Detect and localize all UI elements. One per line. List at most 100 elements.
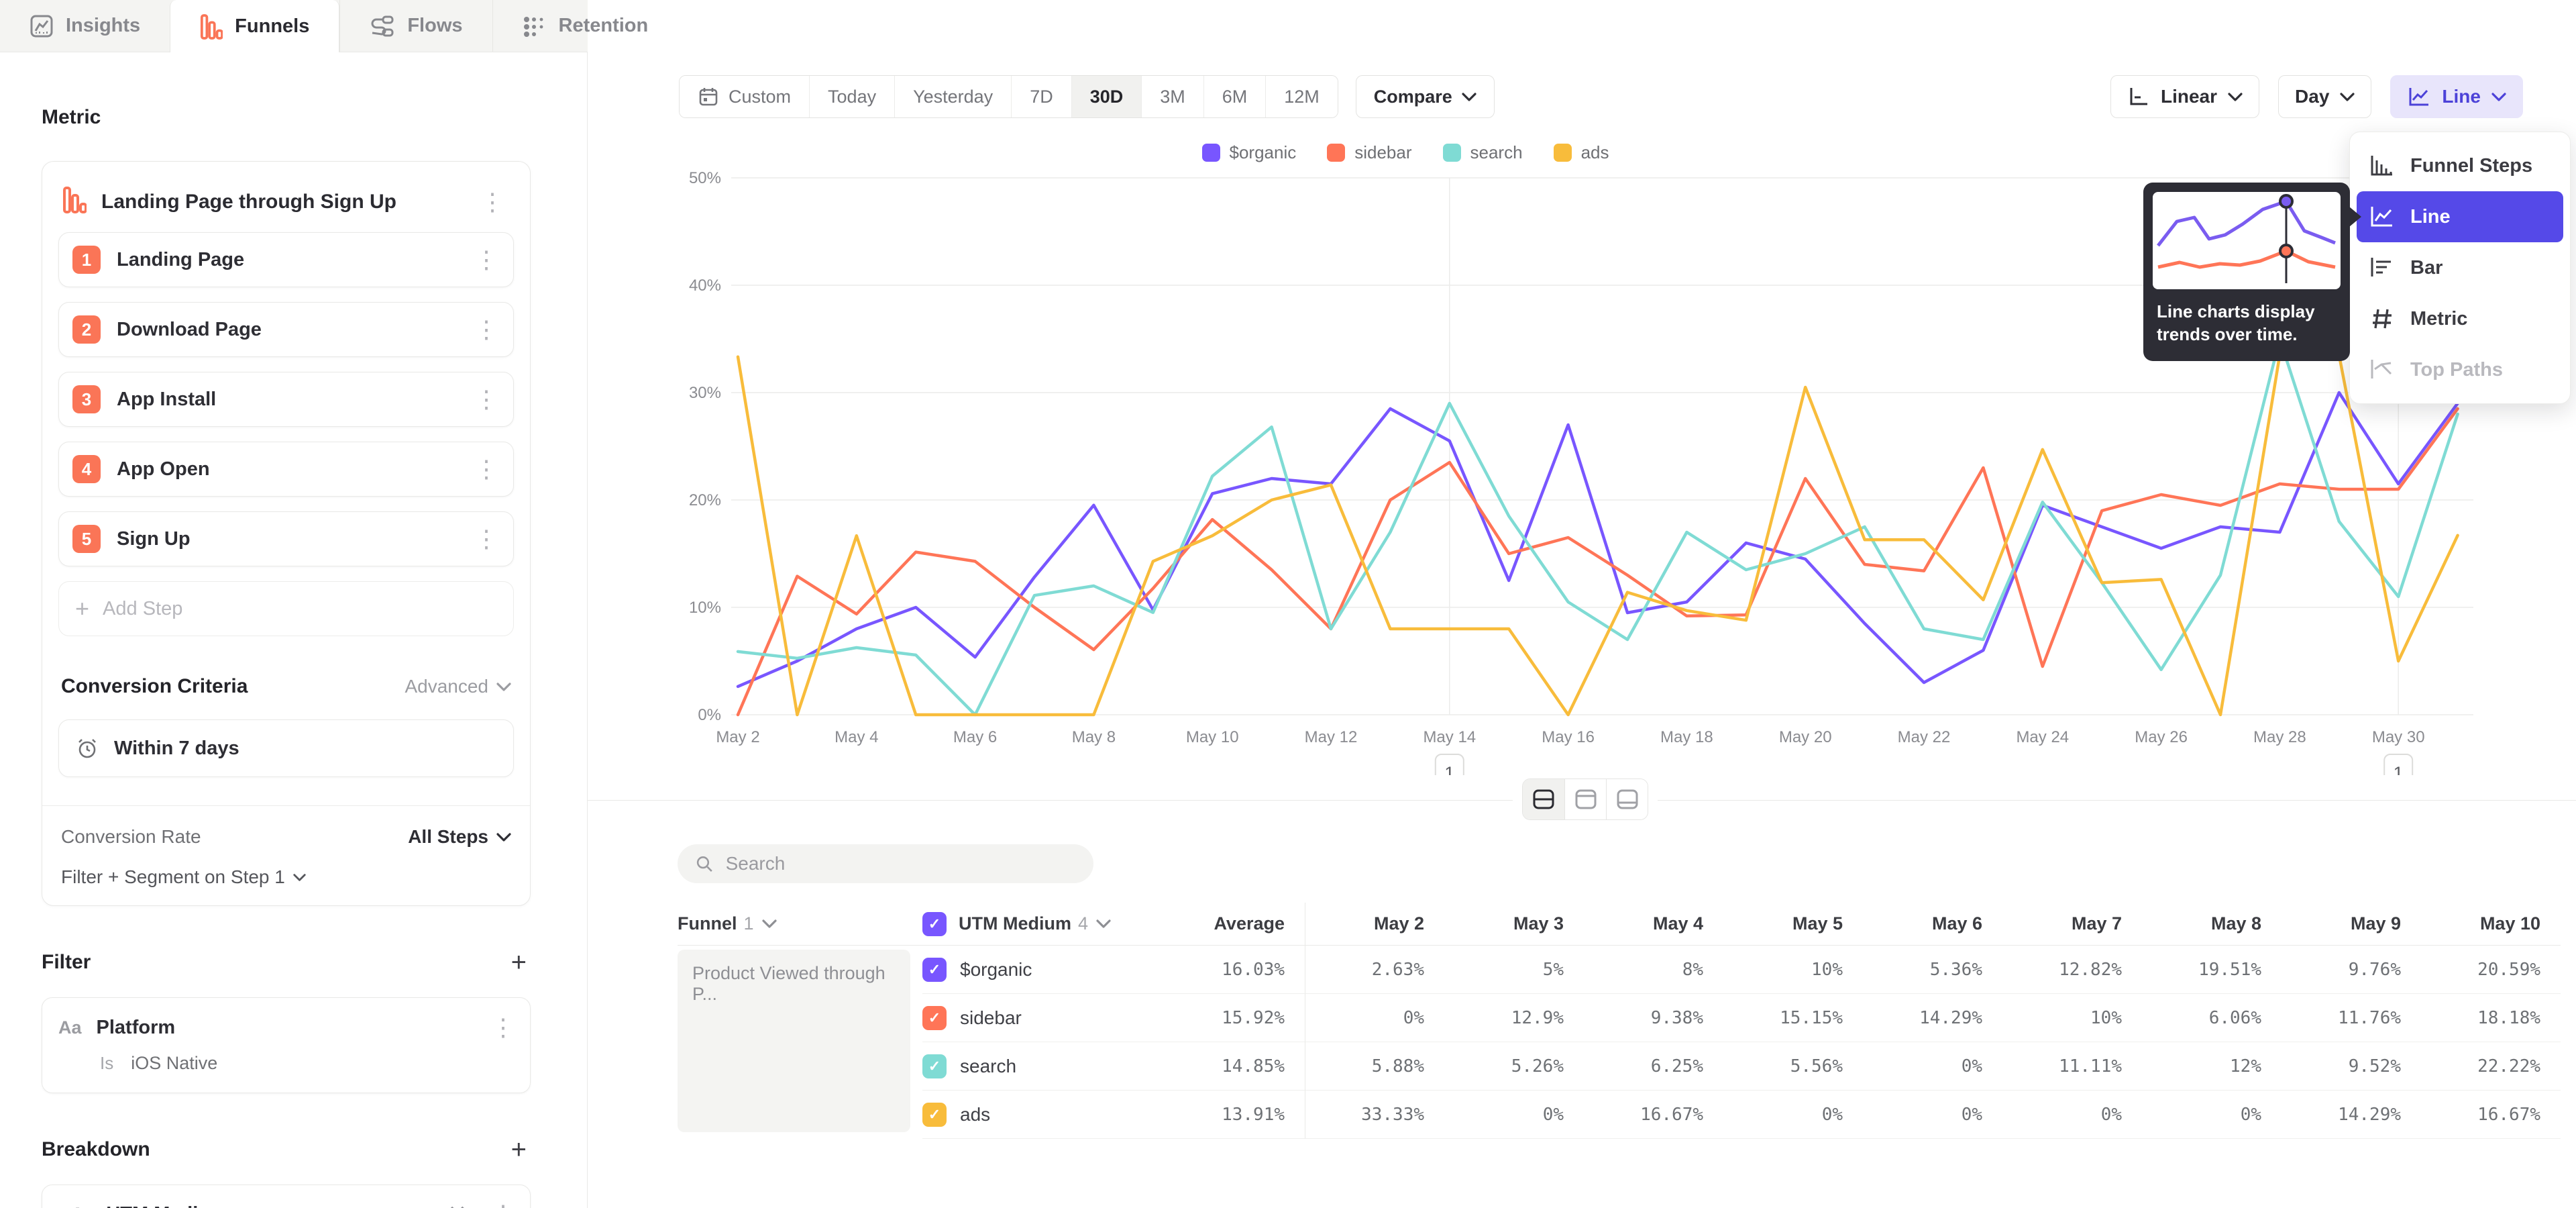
legend-item-sidebar[interactable]: sidebar — [1327, 142, 1411, 163]
metric-icon — [2369, 307, 2396, 331]
date-header-label: May 6 — [1932, 913, 1982, 934]
funnel-step-1[interactable]: 1Landing Page⋮ — [58, 232, 514, 287]
step-kebab-icon[interactable]: ⋮ — [469, 248, 504, 272]
step-label: App Install — [117, 389, 453, 411]
funnel-step-5[interactable]: 5Sign Up⋮ — [58, 511, 514, 566]
metric-label: Metric — [42, 106, 101, 129]
cell-value: 12.9% — [1444, 994, 1584, 1042]
layout-toggle — [1513, 778, 1658, 820]
scale-label: Linear — [2161, 86, 2217, 107]
menu-item-line[interactable]: Line — [2357, 191, 2563, 242]
breakdown-kebab-icon[interactable]: ⋮ — [486, 1202, 521, 1208]
metric-card-footer: Conversion Rate All Steps Filter + Segme… — [42, 805, 530, 905]
legend-item-organic[interactable]: $organic — [1202, 142, 1297, 163]
funnel-column-header[interactable]: Funnel1 — [678, 903, 922, 946]
funnel-step-4[interactable]: 4App Open⋮ — [58, 442, 514, 497]
range-3m[interactable]: 3M — [1141, 76, 1203, 117]
filter-card-platform[interactable]: Aa Platform ⋮ Is iOS Native — [42, 997, 531, 1093]
table-only-view-button[interactable] — [1606, 779, 1648, 819]
chart-type-dropdown[interactable]: Line — [2390, 75, 2523, 118]
add-step-button[interactable]: + Add Step — [58, 581, 514, 636]
menu-item-funnel-steps[interactable]: Funnel Steps — [2357, 140, 2563, 191]
conversion-window-label: Within 7 days — [114, 738, 239, 760]
cell-value: 2.63% — [1305, 946, 1444, 994]
range-label: 6M — [1222, 87, 1248, 107]
compare-button[interactable]: Compare — [1356, 75, 1495, 118]
svg-text:May 24: May 24 — [2016, 728, 2069, 746]
svg-text:May 16: May 16 — [1542, 728, 1595, 746]
tab-funnels[interactable]: Funnels — [170, 0, 339, 53]
scale-dropdown[interactable]: Linear — [2110, 75, 2259, 118]
cell-value: 8% — [1584, 946, 1723, 994]
search-input[interactable] — [726, 853, 1076, 874]
average-label: Average — [1214, 913, 1285, 934]
chart-only-view-button[interactable] — [1564, 779, 1606, 819]
range-today[interactable]: Today — [809, 76, 894, 117]
legend-item-ads[interactable]: ads — [1554, 142, 1609, 163]
row-checkbox[interactable]: ✓ — [922, 1006, 947, 1030]
funnels-app: InsightsFunnelsFlowsRetention Metric Lan… — [0, 0, 2576, 1208]
funnel-step-cell[interactable]: Product Viewed through P... — [678, 950, 910, 1132]
funnel-step-2[interactable]: 2Download Page⋮ — [58, 302, 514, 357]
granularity-dropdown[interactable]: Day — [2278, 75, 2371, 118]
metric-title-row[interactable]: Landing Page through Sign Up ⋮ — [58, 182, 514, 217]
menu-item-metric[interactable]: Metric — [2357, 293, 2563, 344]
svg-text:May 8: May 8 — [1072, 728, 1116, 746]
report-tabbar: InsightsFunnelsFlowsRetention — [0, 0, 588, 52]
add-breakdown-button[interactable]: + — [507, 1136, 531, 1163]
conversion-window-button[interactable]: Within 7 days — [58, 719, 514, 777]
tab-insights[interactable]: Insights — [0, 0, 170, 52]
breakdown-card-utm-medium[interactable]: ≡ Aa UTM Medium ✕ ⋮ — [42, 1185, 531, 1208]
cell-value: 0% — [1863, 1042, 2002, 1091]
add-filter-button[interactable]: + — [507, 949, 531, 976]
range-12m[interactable]: 12M — [1265, 76, 1338, 117]
step-kebab-icon[interactable]: ⋮ — [469, 317, 504, 342]
metric-kebab-icon[interactable]: ⋮ — [475, 190, 510, 214]
conversion-criteria-title: Conversion Criteria — [61, 675, 248, 698]
cell-value: 6.06% — [2142, 994, 2282, 1042]
svg-text:0%: 0% — [698, 706, 721, 724]
svg-text:May 30: May 30 — [2372, 728, 2425, 746]
date-header-label: May 7 — [2072, 913, 2122, 934]
remove-breakdown-icon[interactable]: ✕ — [441, 1201, 474, 1208]
step-label: Landing Page — [117, 249, 453, 271]
row-checkbox[interactable]: ✓ — [922, 958, 947, 982]
select-all-checkbox[interactable]: ✓ — [922, 912, 947, 936]
filter-kebab-icon[interactable]: ⋮ — [486, 1015, 521, 1040]
step-kebab-icon[interactable]: ⋮ — [469, 457, 504, 481]
filter-segment-dropdown[interactable]: Filter + Segment on Step 1 — [61, 866, 511, 888]
average-value: 16.03% — [1124, 946, 1305, 994]
range-custom[interactable]: Custom — [680, 76, 809, 117]
cell-value: 10% — [2002, 994, 2142, 1042]
row-checkbox[interactable]: ✓ — [922, 1103, 947, 1127]
range-30d[interactable]: 30D — [1071, 76, 1142, 117]
date-column-header: May 8 — [2142, 903, 2282, 946]
all-steps-dropdown[interactable]: All Steps — [408, 826, 511, 848]
range-label: 12M — [1284, 87, 1320, 107]
insights-icon — [30, 14, 54, 38]
svg-text:May 12: May 12 — [1305, 728, 1358, 746]
step-kebab-icon[interactable]: ⋮ — [469, 387, 504, 411]
chart-type-menu: Funnel StepsLineBarMetricTop Paths — [2349, 132, 2571, 404]
tab-retention[interactable]: Retention — [492, 0, 678, 52]
cell-value: 33.33% — [1305, 1091, 1444, 1139]
range-7d[interactable]: 7D — [1011, 76, 1071, 117]
date-column-header: May 7 — [2002, 903, 2142, 946]
legend-item-search[interactable]: search — [1443, 142, 1523, 163]
advanced-dropdown[interactable]: Advanced — [405, 676, 511, 697]
average-value: 14.85% — [1124, 1042, 1305, 1091]
clock-icon — [75, 736, 99, 760]
range-yesterday[interactable]: Yesterday — [894, 76, 1011, 117]
funnel-steps-icon — [2369, 154, 2396, 178]
date-header-label: May 9 — [2351, 913, 2401, 934]
row-checkbox[interactable]: ✓ — [922, 1054, 947, 1078]
funnel-step-3[interactable]: 3App Install⋮ — [58, 372, 514, 427]
tab-flows[interactable]: Flows — [339, 0, 492, 52]
split-view-button[interactable] — [1523, 779, 1564, 819]
funnel-header-label: Funnel — [678, 913, 737, 934]
menu-item-bar[interactable]: Bar — [2357, 242, 2563, 293]
breakdown-column-header[interactable]: ✓UTM Medium4 — [922, 903, 1124, 946]
svg-text:May 20: May 20 — [1779, 728, 1832, 746]
step-kebab-icon[interactable]: ⋮ — [469, 527, 504, 551]
range-6m[interactable]: 6M — [1203, 76, 1266, 117]
